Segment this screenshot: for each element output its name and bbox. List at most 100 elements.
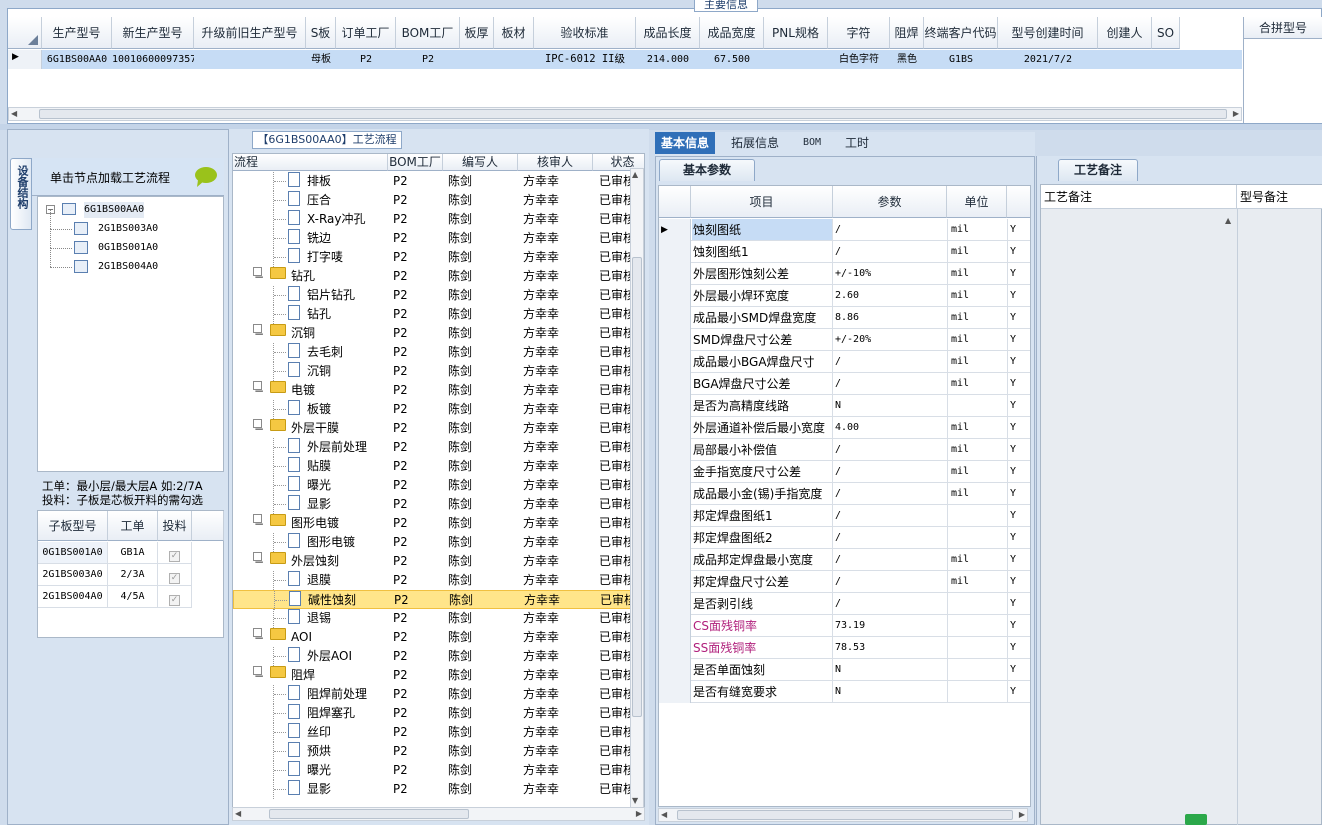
param-value[interactable]: / (834, 439, 948, 460)
scroll-left-icon[interactable]: ◀ (11, 108, 17, 120)
process-step-row[interactable]: 丝印 P2 陈剑 方幸幸 已审核 (233, 723, 635, 742)
app-tray-icon[interactable] (1185, 814, 1207, 825)
col-header[interactable]: 生产型号 (42, 17, 112, 49)
scroll-thumb[interactable] (39, 109, 1227, 119)
process-group-row[interactable]: − 图形电镀 P2 陈剑 方幸幸 已审核 (233, 514, 635, 533)
process-step-row[interactable]: 铝片钻孔 P2 陈剑 方幸幸 已审核 (233, 286, 635, 305)
param-row[interactable]: 是否有缝宽要求 N Y (659, 681, 1030, 703)
col-header[interactable]: SO (1152, 17, 1180, 49)
process-step-row[interactable]: X-Ray冲孔 P2 陈剑 方幸幸 已审核 (233, 210, 635, 229)
process-col-header[interactable]: 编写人 (443, 154, 518, 171)
param-row[interactable]: 外层最小焊环宽度 2.60 mil Y (659, 285, 1030, 307)
param-value[interactable]: / (834, 483, 948, 504)
cell[interactable]: 母板 (306, 50, 336, 69)
param-scroll-right-icon[interactable]: ▶ (1019, 809, 1025, 821)
cell[interactable]: 2021/7/2 (998, 50, 1098, 69)
col-header[interactable]: 型号创建时间 (998, 17, 1098, 49)
param-col-header[interactable]: 单位 (947, 186, 1007, 218)
collapse-icon[interactable]: − (253, 324, 264, 341)
scroll-up-icon[interactable]: ▲ (632, 169, 638, 181)
process-step-row[interactable]: 阻焊前处理 P2 陈剑 方幸幸 已审核 (233, 685, 635, 704)
main-info-row[interactable]: ▶ 6G1BS00AA0 10010600097357 母板 P2 P2 IPC-6012… (8, 50, 1242, 69)
process-step-row[interactable]: 铣边 P2 陈剑 方幸幸 已审核 (233, 229, 635, 248)
process-step-row[interactable]: 压合 P2 陈剑 方幸幸 已审核 (233, 191, 635, 210)
param-row[interactable]: 成品邦定焊盘最小宽度 / mil Y (659, 549, 1030, 571)
cell[interactable] (1098, 50, 1152, 69)
sub-cell-model[interactable]: 2G1BS003A0 (38, 564, 108, 586)
process-step-row[interactable]: 外层AOI P2 陈剑 方幸幸 已审核 (233, 647, 635, 666)
col-header[interactable]: 成品长度 (636, 17, 700, 49)
process-step-row[interactable]: 排板 P2 陈剑 方幸幸 已审核 (233, 172, 635, 191)
process-vscroll[interactable]: ▲ ▼ (630, 168, 644, 808)
sub-cell-order[interactable]: 2/3A (108, 564, 158, 586)
col-header[interactable]: 板厚 (460, 17, 494, 49)
process-step-row[interactable]: 退锡 P2 陈剑 方幸幸 已审核 (233, 609, 635, 628)
process-col-header[interactable]: 核审人 (518, 154, 593, 171)
col-header[interactable]: 阻焊 (890, 17, 924, 49)
process-step-row[interactable]: 碱性蚀刻 P2 陈剑 方幸幸 已审核 (233, 590, 636, 610)
collapse-icon[interactable]: − (253, 628, 264, 645)
sub-cell-model[interactable]: 0G1BS001A0 (38, 542, 108, 564)
param-value[interactable]: N (834, 681, 948, 702)
cell[interactable]: 黑色 (890, 50, 924, 69)
param-row[interactable]: ▶ 蚀刻图纸 / mil Y (659, 219, 1030, 241)
cell[interactable]: G1BS (924, 50, 998, 69)
process-hscroll[interactable]: ◀ ▶ (232, 807, 645, 821)
process-group-row[interactable]: − 阻焊 P2 陈剑 方幸幸 已审核 (233, 666, 635, 685)
collapse-icon[interactable]: − (253, 267, 264, 284)
process-step-row[interactable]: 贴膜 P2 陈剑 方幸幸 已审核 (233, 457, 635, 476)
sub-header[interactable]: 子板型号 (38, 511, 108, 541)
param-row[interactable]: 是否剥引线 / Y (659, 593, 1030, 615)
tab-1[interactable]: 拓展信息 (725, 132, 785, 154)
vscroll-thumb[interactable] (632, 257, 642, 717)
param-row[interactable]: 局部最小补偿值 / mil Y (659, 439, 1030, 461)
col-header[interactable]: 终端客户代码 (924, 17, 998, 49)
process-step-row[interactable]: 钻孔 P2 陈剑 方幸幸 已审核 (233, 305, 635, 324)
cell[interactable]: 6G1BS00AA0 (42, 50, 112, 69)
param-row[interactable]: 邦定焊盘图纸2/ Y (659, 527, 1030, 549)
param-value[interactable]: / (834, 571, 948, 592)
col-header[interactable]: 升级前旧生产型号 (194, 17, 306, 49)
cell[interactable] (764, 50, 828, 69)
feed-checkbox[interactable]: ✓ (169, 595, 180, 606)
col-header[interactable]: 成品宽度 (700, 17, 764, 49)
param-value[interactable]: 73.19 (834, 615, 948, 636)
hscroll-right-icon[interactable]: ▶ (636, 808, 642, 820)
cell[interactable]: 10010600097357 (112, 50, 194, 69)
feed-checkbox[interactable]: ✓ (169, 573, 180, 584)
param-row[interactable]: 成品最小BGA焊盘尺寸 / mil Y (659, 351, 1030, 373)
process-step-row[interactable]: 沉铜 P2 陈剑 方幸幸 已审核 (233, 362, 635, 381)
process-col-header[interactable]: BOM工厂 (388, 154, 443, 171)
hscroll-thumb[interactable] (269, 809, 469, 819)
param-row[interactable]: SMD焊盘尺寸公差 +/-20% mil Y (659, 329, 1030, 351)
process-step-row[interactable]: 图形电镀 P2 陈剑 方幸幸 已审核 (233, 533, 635, 552)
param-value[interactable]: / (834, 219, 948, 240)
process-step-row[interactable]: 曝光 P2 陈剑 方幸幸 已审核 (233, 761, 635, 780)
process-group-row[interactable]: − 外层干膜 P2 陈剑 方幸幸 已审核 (233, 419, 635, 438)
process-step-row[interactable]: 显影 P2 陈剑 方幸幸 已审核 (233, 495, 635, 514)
param-scroll-thumb[interactable] (677, 810, 1013, 820)
param-row[interactable]: SS面残铜率 78.53 Y (659, 637, 1030, 659)
tree-node[interactable]: 0G1BS001A0 (46, 229, 216, 257)
param-value[interactable]: N (834, 659, 948, 680)
cell[interactable]: 白色字符 (828, 50, 890, 69)
param-value[interactable]: / (834, 461, 948, 482)
cell[interactable]: 214.000 (636, 50, 700, 69)
scroll-right-icon[interactable]: ▶ (1233, 108, 1239, 120)
hscroll-left-icon[interactable]: ◀ (235, 808, 241, 820)
param-value[interactable]: +/-10% (834, 263, 948, 284)
process-step-row[interactable]: 外层前处理 P2 陈剑 方幸幸 已审核 (233, 438, 635, 457)
col-header[interactable]: BOM工厂 (396, 17, 460, 49)
param-row[interactable]: 邦定焊盘图纸1/ Y (659, 505, 1030, 527)
cell[interactable]: 67.500 (700, 50, 764, 69)
collapse-icon[interactable]: − (253, 666, 264, 683)
process-group-row[interactable]: − AOI P2 陈剑 方幸幸 已审核 (233, 628, 635, 647)
process-step-row[interactable]: 预烘 P2 陈剑 方幸幸 已审核 (233, 742, 635, 761)
param-row[interactable]: 外层通道补偿后最小宽度 4.00 mil Y (659, 417, 1030, 439)
vertical-tab-device-structure[interactable]: 设备结构 (10, 158, 32, 230)
param-col-header[interactable]: 项目 (691, 186, 833, 218)
collapse-icon[interactable]: − (253, 381, 264, 398)
process-group-row[interactable]: − 外层蚀刻 P2 陈剑 方幸幸 已审核 (233, 552, 635, 571)
process-step-row[interactable]: 曝光 P2 陈剑 方幸幸 已审核 (233, 476, 635, 495)
param-scroll-left-icon[interactable]: ◀ (661, 809, 667, 821)
